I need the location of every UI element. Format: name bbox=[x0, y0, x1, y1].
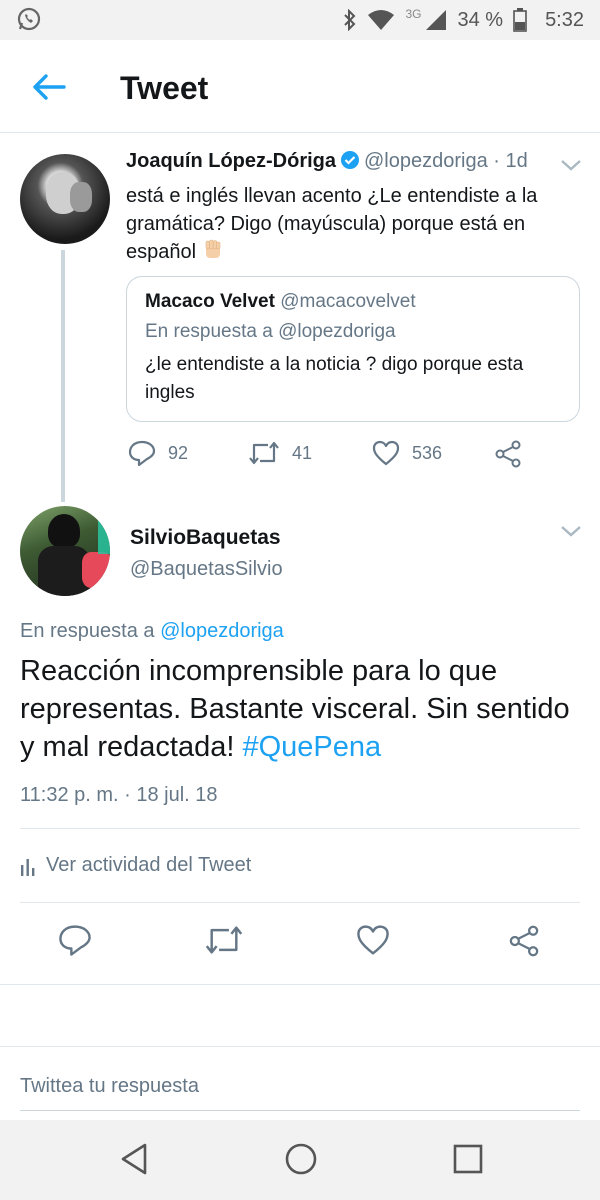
quoted-reply-context: En respuesta a @lopezdoriga bbox=[145, 321, 396, 343]
author-name[interactable]: Joaquín López-Dóriga bbox=[126, 150, 336, 172]
reply-icon bbox=[128, 440, 156, 466]
activity-label: Ver actividad del Tweet bbox=[46, 854, 252, 876]
nav-back-icon[interactable] bbox=[118, 1142, 150, 1181]
hashtag-link[interactable]: #QuePena bbox=[242, 731, 381, 763]
heart-icon bbox=[372, 440, 400, 466]
like-button[interactable]: 536 bbox=[372, 440, 442, 466]
quoted-tweet-text: ¿le entendiste a la noticia ? digo porqu… bbox=[145, 354, 524, 403]
raised-fist-emoji-icon bbox=[202, 239, 224, 259]
quoted-author-name: Macaco Velvet bbox=[145, 291, 275, 312]
divider bbox=[0, 1046, 600, 1047]
reply-context: En respuesta a @lopezdoriga bbox=[20, 620, 284, 643]
clock: 5:32 bbox=[545, 8, 584, 31]
divider bbox=[20, 828, 580, 829]
reply-prefix: En respuesta a bbox=[20, 620, 155, 642]
divider bbox=[20, 902, 580, 903]
quoted-tweet-author: Macaco Velvet @macacovelvet bbox=[145, 291, 416, 313]
share-icon bbox=[495, 440, 521, 468]
chevron-down-icon[interactable] bbox=[560, 158, 582, 177]
battery-icon bbox=[513, 8, 527, 32]
retweet-button[interactable]: 41 bbox=[248, 440, 312, 466]
avatar-helmet bbox=[48, 514, 80, 548]
chevron-down-icon[interactable] bbox=[560, 524, 582, 543]
verified-badge-icon bbox=[340, 150, 360, 176]
quoted-author-handle: @macacovelvet bbox=[280, 291, 416, 312]
author-handle[interactable]: @BaquetasSilvio bbox=[130, 558, 283, 581]
nav-home-icon[interactable] bbox=[284, 1142, 318, 1181]
retweet-icon bbox=[249, 441, 279, 465]
parent-tweet-actions: 92 41 536 bbox=[126, 440, 566, 470]
reply-to-handle: @lopezdoriga bbox=[278, 321, 396, 342]
tweet-timestamp: 11:32 p. m. · 18 jul. 18 bbox=[20, 784, 218, 806]
share-icon[interactable] bbox=[508, 924, 540, 963]
divider bbox=[0, 984, 600, 985]
bluetooth-icon bbox=[343, 9, 357, 31]
avatar-blur bbox=[98, 520, 110, 554]
wifi-icon bbox=[367, 9, 395, 31]
reply-count: 92 bbox=[168, 442, 189, 463]
avatar-bike bbox=[82, 552, 110, 588]
battery-level: 34 % bbox=[457, 8, 504, 31]
network-type: 3G bbox=[405, 7, 422, 21]
quoted-tweet-card[interactable]: Macaco Velvet @macacovelvet En respuesta… bbox=[126, 276, 580, 422]
parent-tweet-text: está e inglés llevan acento ¿Le entendis… bbox=[126, 182, 566, 266]
reply-icon[interactable] bbox=[58, 924, 92, 961]
avatar[interactable] bbox=[20, 154, 110, 244]
page-title: Tweet bbox=[120, 70, 209, 106]
nav-recents-icon[interactable] bbox=[452, 1142, 484, 1181]
parent-tweet-header: Joaquín López-Dóriga @lopezdoriga · 1d bbox=[126, 150, 528, 176]
avatar[interactable] bbox=[20, 506, 110, 596]
share-button[interactable] bbox=[494, 440, 522, 468]
tweet-age: · 1d bbox=[493, 150, 528, 172]
heart-icon[interactable] bbox=[356, 924, 390, 961]
app-header: Tweet bbox=[0, 40, 600, 133]
tweet-actions bbox=[0, 924, 600, 964]
reply-prefix: En respuesta a bbox=[145, 321, 273, 342]
analytics-icon bbox=[21, 858, 35, 876]
retweet-icon[interactable] bbox=[204, 924, 244, 961]
tweet-text: Reacción incomprensible para lo que repr… bbox=[20, 652, 580, 766]
thread-line bbox=[61, 250, 65, 502]
like-count: 536 bbox=[412, 442, 443, 463]
author-name[interactable]: SilvioBaquetas bbox=[130, 526, 281, 550]
back-arrow-icon[interactable] bbox=[32, 74, 66, 105]
reply-input[interactable] bbox=[20, 1062, 580, 1111]
status-bar: 3G 34 % 5:32 bbox=[0, 0, 600, 40]
retweet-count: 41 bbox=[292, 442, 313, 463]
tweet-activity-link[interactable]: Ver actividad del Tweet bbox=[20, 854, 251, 877]
parent-tweet-body: está e inglés llevan acento ¿Le entendis… bbox=[126, 185, 538, 263]
avatar-hand bbox=[70, 182, 92, 212]
reply-to-link[interactable]: @lopezdoriga bbox=[160, 620, 284, 642]
system-nav-bar bbox=[0, 1120, 600, 1200]
whatsapp-icon bbox=[16, 6, 42, 32]
author-handle[interactable]: @lopezdoriga bbox=[364, 150, 488, 172]
reply-button[interactable]: 92 bbox=[128, 440, 188, 466]
signal-icon bbox=[425, 9, 447, 31]
